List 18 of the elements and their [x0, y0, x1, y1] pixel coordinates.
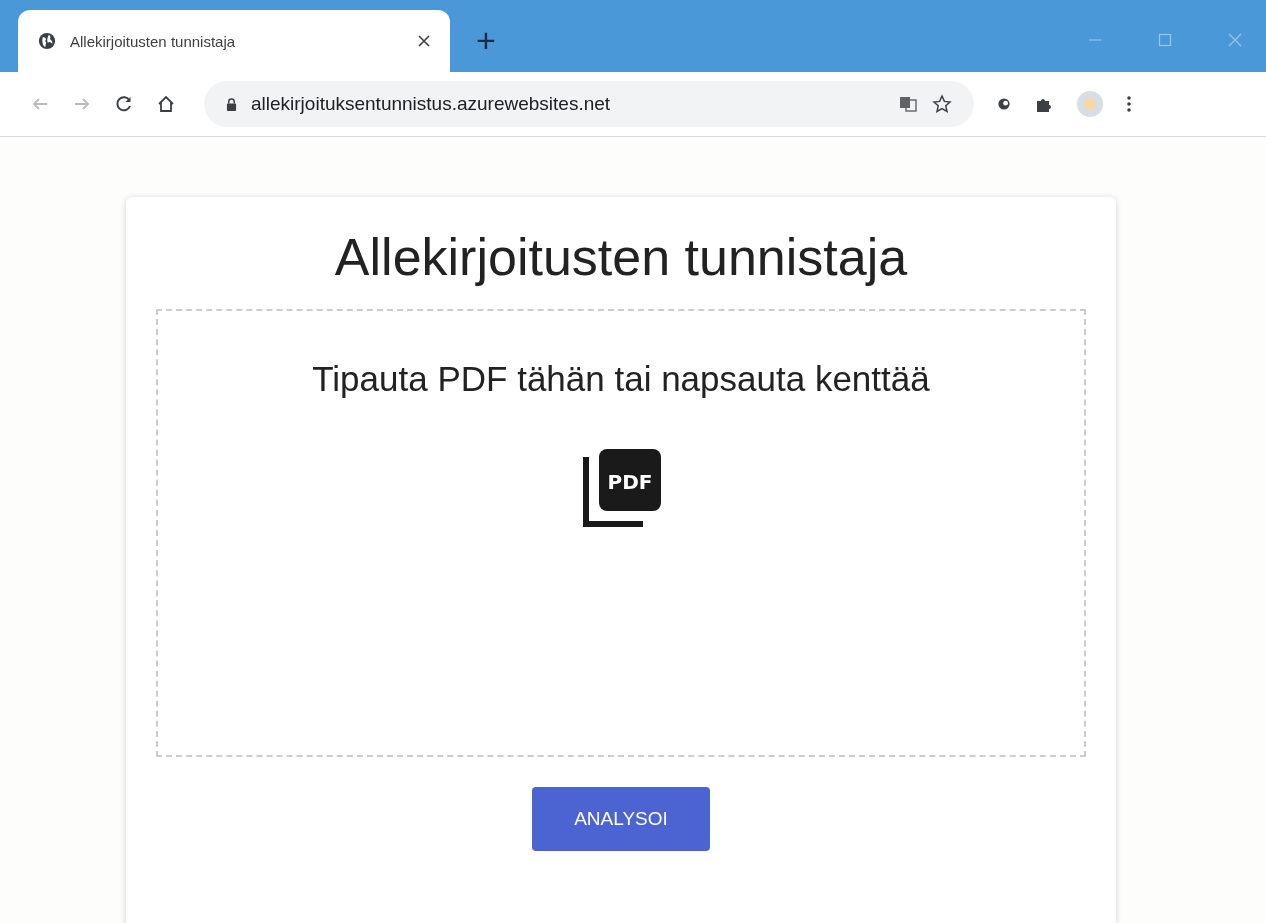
new-tab-button[interactable]: + — [476, 23, 496, 57]
reload-icon[interactable] — [114, 94, 134, 114]
home-icon[interactable] — [156, 94, 176, 114]
address-bar[interactable]: allekirjoituksentunnistus.azurewebsites.net — [204, 81, 974, 127]
star-icon[interactable] — [932, 94, 952, 114]
drop-prompt: Tipauta PDF tähän tai napsauta kenttää — [312, 359, 930, 399]
translate-icon[interactable] — [898, 94, 918, 114]
url-text: allekirjoituksentunnistus.azurewebsites.net — [251, 93, 611, 115]
lock-icon — [226, 97, 237, 111]
drop-zone[interactable]: Tipauta PDF tähän tai napsauta kenttää PDF — [156, 309, 1086, 757]
page-title: Allekirjoitusten tunnistaja — [334, 227, 908, 287]
globe-icon — [38, 32, 56, 50]
tab-title: Allekirjoitusten tunnistaja — [70, 32, 237, 50]
menu-icon[interactable] — [1126, 94, 1132, 114]
extension-icon[interactable] — [996, 96, 1012, 112]
close-tab-icon[interactable] — [418, 35, 430, 47]
analyse-button[interactable]: ANALYSOI — [532, 787, 710, 851]
browser-tab[interactable]: Allekirjoitusten tunnistaja — [18, 10, 450, 72]
